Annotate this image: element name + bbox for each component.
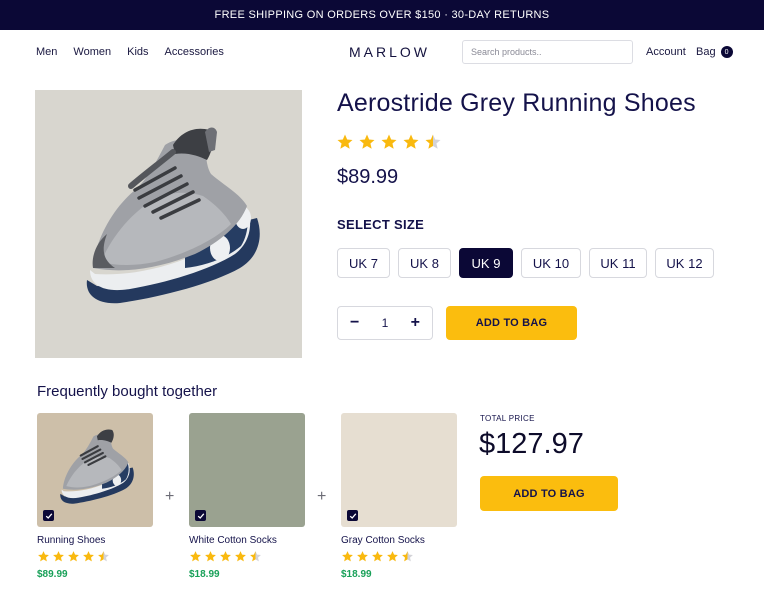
promo-banner-text: FREE SHIPPING ON ORDERS OVER $150 · 30-D… bbox=[214, 9, 550, 21]
bag-link[interactable]: Bag 0 bbox=[696, 46, 733, 58]
fbt-rating bbox=[37, 550, 110, 563]
star-icon bbox=[235, 551, 246, 562]
fbt-name[interactable]: White Cotton Socks bbox=[189, 535, 277, 546]
checkmark-icon bbox=[45, 512, 52, 519]
quantity-stepper: − 1 + bbox=[337, 306, 433, 340]
plus-icon: + bbox=[317, 488, 327, 505]
nav-link-accessories[interactable]: Accessories bbox=[165, 46, 224, 58]
shoe-illustration bbox=[86, 127, 260, 304]
fbt-card-running-shoes[interactable]: Running Shoes $89.99 bbox=[37, 413, 153, 580]
star-icon bbox=[337, 134, 353, 149]
shoe-thumbnail bbox=[60, 429, 134, 504]
brand-logo[interactable]: MARLOW bbox=[349, 44, 430, 60]
star-icon bbox=[250, 551, 261, 562]
fbt-price: $89.99 bbox=[37, 569, 68, 580]
star-icon bbox=[387, 551, 398, 562]
star-icon bbox=[402, 551, 413, 562]
product-rating bbox=[336, 133, 442, 151]
fbt-name[interactable]: Running Shoes bbox=[37, 535, 105, 546]
size-option-uk-9[interactable]: UK 9 bbox=[459, 248, 513, 278]
fbt-rating bbox=[189, 550, 262, 563]
size-option-uk-11[interactable]: UK 11 bbox=[589, 248, 647, 278]
top-nav: Men Women Kids Accessories MARLOW Accoun… bbox=[0, 30, 764, 75]
star-icon bbox=[205, 551, 216, 562]
size-option-uk-10[interactable]: UK 10 bbox=[521, 248, 581, 278]
star-icon bbox=[403, 134, 419, 149]
total-price: $127.97 bbox=[479, 428, 584, 460]
size-option-uk-8[interactable]: UK 8 bbox=[398, 248, 451, 278]
fbt-checkbox-white-socks[interactable] bbox=[195, 510, 206, 521]
promo-banner: FREE SHIPPING ON ORDERS OVER $150 · 30-D… bbox=[0, 0, 764, 30]
fbt-name[interactable]: Gray Cotton Socks bbox=[341, 535, 425, 546]
star-icon bbox=[68, 551, 79, 562]
fbt-card-white-socks[interactable]: White Cotton Socks $18.99 bbox=[189, 413, 305, 580]
account-link[interactable]: Account bbox=[646, 46, 686, 58]
checkmark-icon bbox=[197, 512, 204, 519]
fbt-price: $18.99 bbox=[189, 569, 220, 580]
nav-link-kids[interactable]: Kids bbox=[127, 46, 148, 58]
product-price: $89.99 bbox=[337, 166, 399, 188]
fbt-checkbox-running-shoes[interactable] bbox=[43, 510, 54, 521]
star-icon bbox=[38, 551, 49, 562]
product-title: Aerostride Grey Running Shoes bbox=[337, 89, 696, 117]
star-icon bbox=[220, 551, 231, 562]
search-input[interactable] bbox=[462, 40, 633, 64]
nav-link-women[interactable]: Women bbox=[73, 46, 111, 58]
star-icon bbox=[190, 551, 201, 562]
size-option-uk-7[interactable]: UK 7 bbox=[337, 248, 390, 278]
total-price-label: TOTAL PRICE bbox=[480, 414, 535, 423]
star-icon bbox=[342, 551, 353, 562]
product-image[interactable] bbox=[35, 90, 302, 358]
fbt-rating bbox=[341, 550, 414, 563]
nav-links: Men Women Kids Accessories bbox=[36, 46, 224, 58]
fbt-image-gray-socks[interactable] bbox=[341, 413, 457, 527]
fbt-image-running-shoes[interactable] bbox=[37, 413, 153, 527]
star-icon bbox=[381, 134, 397, 149]
bag-count-badge: 0 bbox=[720, 46, 733, 58]
fbt-title: Frequently bought together bbox=[37, 383, 218, 400]
size-selector: UK 7 UK 8 UK 9 UK 10 UK 11 UK 12 bbox=[337, 248, 714, 278]
plus-icon: + bbox=[165, 488, 175, 505]
add-bundle-to-bag-button[interactable]: ADD TO BAG bbox=[480, 476, 618, 511]
star-icon bbox=[53, 551, 64, 562]
fbt-card-gray-socks[interactable]: Gray Cotton Socks $18.99 bbox=[341, 413, 457, 580]
star-icon bbox=[359, 134, 375, 149]
nav-link-men[interactable]: Men bbox=[36, 46, 57, 58]
star-icon bbox=[425, 134, 441, 149]
star-icon bbox=[98, 551, 109, 562]
size-label: SELECT SIZE bbox=[337, 217, 425, 232]
fbt-image-white-socks[interactable] bbox=[189, 413, 305, 527]
fbt-price: $18.99 bbox=[341, 569, 372, 580]
star-icon bbox=[357, 551, 368, 562]
size-option-uk-12[interactable]: UK 12 bbox=[655, 248, 714, 278]
increment-button[interactable]: + bbox=[411, 315, 420, 331]
decrement-button[interactable]: − bbox=[350, 315, 359, 331]
fbt-checkbox-gray-socks[interactable] bbox=[347, 510, 358, 521]
star-icon bbox=[372, 551, 383, 562]
bag-label: Bag bbox=[696, 46, 716, 58]
checkmark-icon bbox=[349, 512, 356, 519]
quantity-value: 1 bbox=[381, 316, 389, 330]
add-to-bag-button[interactable]: ADD TO BAG bbox=[446, 306, 577, 340]
star-icon bbox=[83, 551, 94, 562]
